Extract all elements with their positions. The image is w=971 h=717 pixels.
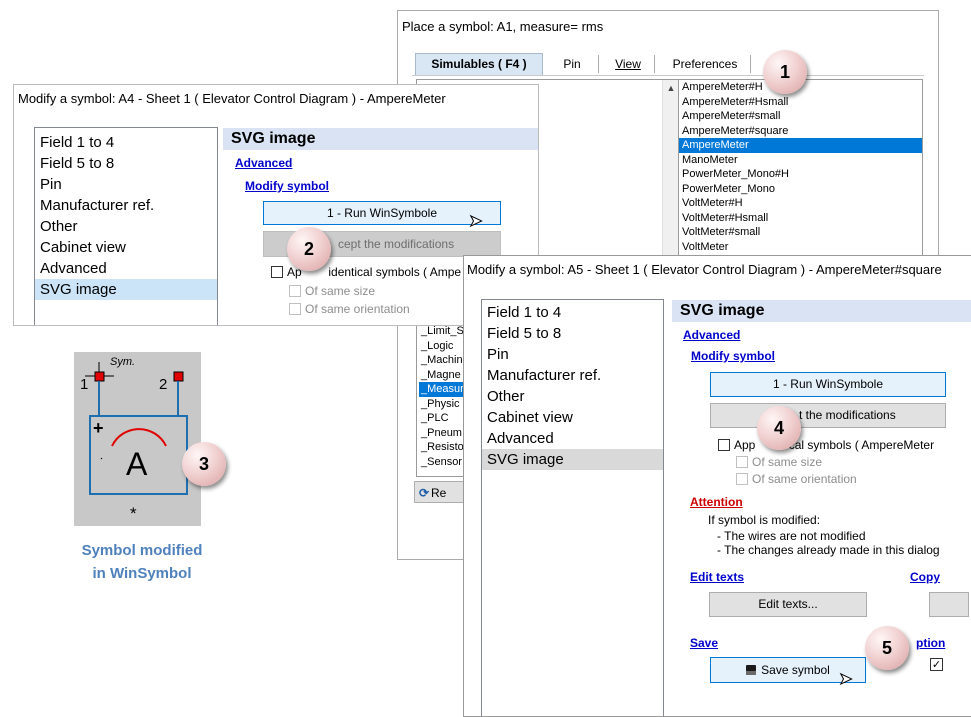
tree-item[interactable]: _Logic — [419, 339, 465, 354]
tree-item[interactable]: _Resisto — [419, 440, 465, 455]
a4-category-item[interactable]: Cabinet view — [35, 237, 217, 258]
symbol-plus-sign: + — [93, 418, 104, 438]
a5-attention-label: Attention — [690, 495, 743, 509]
a4-run-winsymbole-button[interactable]: 1 - Run WinSymbole — [263, 201, 501, 225]
a5-advanced-link[interactable]: Advanced — [683, 328, 740, 342]
a5-options-link[interactable]: ption — [916, 636, 945, 650]
cursor-icon: ➤ — [838, 671, 853, 689]
a5-category-item[interactable]: SVG image — [482, 449, 663, 470]
a5-attention-text: If symbol is modified: — [708, 513, 821, 527]
tree-item[interactable]: _Physic — [419, 397, 465, 412]
tree-item[interactable]: _Sensor — [419, 455, 465, 470]
a4-same-orientation-checkbox[interactable] — [289, 303, 301, 315]
a5-category-item[interactable]: Manufacturer ref. — [482, 365, 663, 386]
a5-edit-texts-button[interactable]: Edit texts... — [709, 592, 867, 617]
a5-modify-symbol-link[interactable]: Modify symbol — [691, 349, 775, 363]
symbol-caption: Symbol modified in WinSymbol — [81, 542, 203, 582]
symbol-list-item[interactable]: VoltMeter — [679, 240, 922, 255]
a5-save-link[interactable]: Save — [690, 636, 718, 650]
tree-item[interactable]: _Measur — [419, 382, 465, 397]
a5-category-item[interactable]: Other — [482, 386, 663, 407]
floppy-disk-icon — [746, 665, 757, 675]
symbol-list-item[interactable]: PowerMeter_Mono — [679, 182, 922, 197]
a4-advanced-link[interactable]: Advanced — [235, 156, 292, 170]
symbol-list-item[interactable]: VoltMeter#Hsmall — [679, 211, 922, 226]
a4-category-item[interactable]: Other — [35, 216, 217, 237]
a5-category-list: Field 1 to 4 Field 5 to 8 Pin Manufacturer … — [481, 299, 664, 716]
modify-a4-dialog: Modify a symbol: A4 - Sheet 1 ( Elevator… — [13, 84, 539, 326]
a5-section-header: SVG image — [672, 300, 971, 322]
symbol-sym-label: Sym. — [110, 356, 136, 368]
callout-badge-5: 5 — [865, 626, 909, 670]
refresh-icon: ⟳ — [419, 486, 430, 500]
place-dialog-tabbar: Simulables ( F4 ) Pin View Preferences — [412, 51, 924, 76]
symbol-list-item[interactable]: AmpereMeter#small — [679, 109, 922, 124]
symbol-pin-1-label: 1 — [80, 376, 89, 393]
symbol-list-item[interactable]: VoltMeter#small — [679, 225, 922, 240]
a4-same-orientation-label: Of same orientation — [305, 302, 410, 316]
a5-options-checkbox[interactable]: ✓ — [930, 658, 943, 671]
a5-same-orientation-checkbox[interactable] — [736, 473, 748, 485]
tree-item[interactable]: _Pneum — [419, 426, 465, 441]
callout-badge-4: 4 — [757, 406, 801, 450]
a5-copy-link[interactable]: Copy — [910, 570, 940, 584]
symbol-list-item[interactable]: AmpereMeter#square — [679, 124, 922, 139]
a5-edit-texts-link[interactable]: Edit texts — [690, 570, 744, 584]
symbol-list-item[interactable]: AmpereMeter#Hsmall — [679, 95, 922, 110]
a4-same-size-checkbox[interactable] — [289, 285, 301, 297]
a5-copy-button[interactable] — [929, 592, 969, 617]
a5-accept-modifications-button[interactable]: t the modifications — [710, 403, 946, 428]
symbol-letter: A — [126, 446, 148, 482]
tree-item[interactable]: _PLC — [419, 411, 465, 426]
a5-same-size-checkbox[interactable] — [736, 456, 748, 468]
symbol-preview: Sym. 1 2 + A * — [74, 352, 201, 526]
a4-category-item[interactable]: SVG image — [35, 279, 217, 300]
a4-category-list: Field 1 to 4 Field 5 to 8 Pin Manufacturer … — [34, 127, 218, 325]
a5-category-item[interactable]: Cabinet view — [482, 407, 663, 428]
ammeter-symbol-drawing — [85, 362, 188, 495]
symbol-star: * — [130, 504, 137, 523]
a5-dialog-title: Modify a symbol: A5 - Sheet 1 ( Elevator… — [467, 262, 942, 277]
cursor-icon: ➤ — [468, 213, 483, 231]
a4-same-size-label: Of same size — [305, 284, 376, 298]
a4-apply-checkbox[interactable] — [271, 266, 283, 278]
symbol-list-item[interactable]: VoltMeter#H — [679, 196, 922, 211]
a4-section-header: SVG image — [223, 128, 538, 150]
tab-pin[interactable]: Pin — [546, 55, 599, 73]
symbol-list: AmpereMeter#H AmpereMeter#Hsmall AmpereMet… — [678, 79, 923, 259]
symbol-pin-2-label: 2 — [159, 376, 168, 393]
tree-item[interactable]: _Magne — [419, 368, 465, 383]
callout-badge-2: 2 — [287, 227, 331, 271]
a4-category-item[interactable]: Advanced — [35, 258, 217, 279]
a4-category-item[interactable]: Manufacturer ref. — [35, 195, 217, 216]
a5-category-item[interactable]: Advanced — [482, 428, 663, 449]
symbol-list-item[interactable]: AmpereMeter — [679, 138, 922, 153]
a5-attention-item-2: - The changes already made in this dialo… — [717, 543, 940, 557]
tree-item[interactable]: _Machin — [419, 353, 465, 368]
callout-badge-3: 3 — [182, 442, 226, 486]
a4-category-item[interactable]: Field 5 to 8 — [35, 153, 217, 174]
symbol-list-item[interactable]: PowerMeter_Mono#H — [679, 167, 922, 182]
a5-attention-item-1: - The wires are not modified — [717, 529, 866, 543]
a4-modify-symbol-link[interactable]: Modify symbol — [245, 179, 329, 193]
a5-same-size-label: Of same size — [752, 455, 823, 469]
a5-run-winsymbole-button[interactable]: 1 - Run WinSymbole — [710, 372, 946, 397]
a4-dialog-title: Modify a symbol: A4 - Sheet 1 ( Elevator… — [18, 91, 446, 106]
a5-apply-checkbox[interactable] — [718, 439, 730, 451]
tree-item[interactable]: _Limit_S — [419, 324, 465, 339]
a4-category-item[interactable]: Pin — [35, 174, 217, 195]
a5-category-item[interactable]: Pin — [482, 344, 663, 365]
a5-category-item[interactable]: Field 5 to 8 — [482, 323, 663, 344]
tab-preferences[interactable]: Preferences — [660, 55, 751, 73]
symbol-list-item[interactable]: ManoMeter — [679, 153, 922, 168]
scroll-up-icon[interactable]: ▲ — [663, 80, 679, 96]
place-dialog-title: Place a symbol: A1, measure= rms — [402, 19, 604, 34]
tab-simulables[interactable]: Simulables ( F4 ) — [415, 53, 543, 75]
callout-badge-1: 1 — [763, 50, 807, 94]
tab-view[interactable]: View — [602, 55, 655, 73]
a5-same-orientation-label: Of same orientation — [752, 472, 857, 486]
a4-category-item[interactable]: Field 1 to 4 — [35, 132, 217, 153]
category-tree-list: _Limit_S _Logic _Machin _Magne _Measur _Physi… — [419, 324, 465, 469]
a5-category-item[interactable]: Field 1 to 4 — [482, 302, 663, 323]
